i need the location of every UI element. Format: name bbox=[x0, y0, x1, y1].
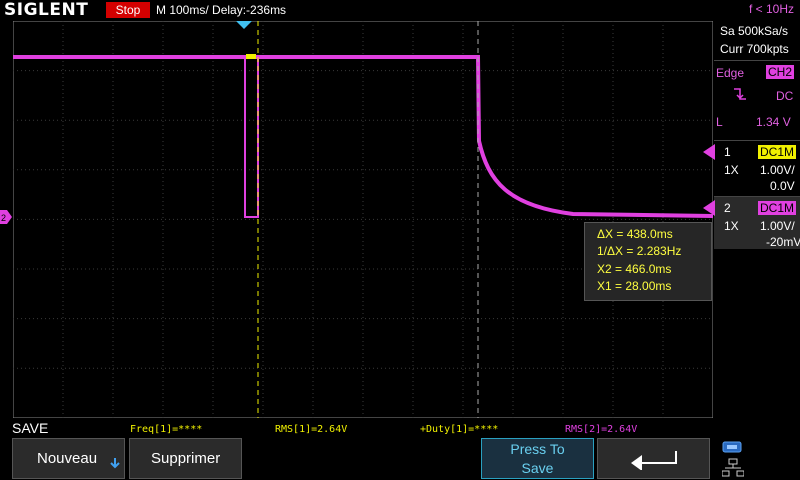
channel-2-offset: -20mV bbox=[766, 235, 800, 249]
press-to-save-line2: Save bbox=[521, 460, 554, 476]
nouveau-button[interactable]: Nouveau bbox=[12, 438, 125, 479]
trigger-coupling: DC bbox=[776, 89, 794, 103]
measurement-freq-1: Freq[1]=**** bbox=[130, 424, 203, 435]
cursor-x1-marker bbox=[246, 54, 256, 59]
memory-depth: Curr 700kpts bbox=[720, 42, 789, 56]
sample-rate: Sa 500kSa/s bbox=[720, 24, 789, 38]
channel-2-scale: 1.00V/ bbox=[760, 219, 795, 233]
supprimer-button[interactable]: Supprimer bbox=[129, 438, 242, 479]
waveform-display[interactable] bbox=[13, 21, 713, 418]
channel-1-offset: 0.0V bbox=[770, 179, 795, 193]
channel-2-coupling: DC1M bbox=[758, 201, 797, 215]
measurement-rms-1: RMS[1]=2.64V bbox=[275, 424, 348, 435]
cursor-x1-value: X1 = 28.00ms bbox=[597, 279, 672, 293]
back-button[interactable] bbox=[597, 438, 710, 479]
channel-1-number: 1 bbox=[724, 145, 731, 159]
network-icon bbox=[722, 458, 744, 477]
trigger-edge-icon bbox=[734, 88, 746, 100]
ch2-offset-marker[interactable]: 2 bbox=[0, 210, 12, 224]
svg-text:2: 2 bbox=[1, 213, 6, 223]
channel-2-panel[interactable]: 2 DC1M 1X 1.00V/ -20mV bbox=[714, 196, 800, 249]
usb-icon bbox=[722, 441, 742, 453]
trigger-source: CH2 bbox=[766, 65, 795, 79]
timebase-readout[interactable]: M 100ms/ Delay:-236ms bbox=[156, 3, 286, 17]
channel-2-number: 2 bbox=[724, 201, 731, 215]
measurement-duty-1: +Duty[1]=**** bbox=[420, 424, 499, 435]
delay-value: Delay:-236ms bbox=[212, 3, 287, 17]
press-to-save-button[interactable]: Press To Save bbox=[481, 438, 594, 479]
trigger-type: Edge bbox=[716, 66, 745, 80]
channel-1-panel[interactable]: 1 DC1M 1X 1.00V/ 0.0V bbox=[714, 140, 800, 193]
channel-2-probe: 1X bbox=[724, 219, 739, 233]
run-state-badge[interactable]: Stop bbox=[106, 2, 150, 18]
channel-1-probe: 1X bbox=[724, 163, 739, 177]
channel-2-panel-marker bbox=[703, 200, 715, 216]
cursor-readout: ΔX = 438.0ms 1/ΔX = 2.283Hz X2 = 466.0ms… bbox=[584, 222, 712, 301]
trigger-frequency: f < 10Hz bbox=[748, 2, 794, 16]
cursor-delta-x: ΔX = 438.0ms bbox=[597, 227, 673, 241]
trigger-level: 1.34 V bbox=[756, 115, 791, 129]
nouveau-label: Nouveau bbox=[37, 450, 98, 467]
down-arrow-icon bbox=[110, 458, 120, 469]
channel-1-panel-marker bbox=[703, 144, 715, 160]
timebase-value: M 100ms/ bbox=[156, 3, 209, 17]
right-info-panel: Sa 500kSa/s Curr 700kpts Edge CH2 DC L 1… bbox=[714, 20, 800, 438]
channel-1-scale: 1.00V/ bbox=[760, 163, 795, 177]
trigger-level-prefix: L bbox=[716, 115, 723, 129]
channel-1-coupling: DC1M bbox=[758, 145, 797, 159]
status-bar: SIGLENT Stop M 100ms/ Delay:-236ms f < 1… bbox=[0, 0, 800, 20]
back-arrow-icon bbox=[631, 451, 677, 470]
cursor-x2-value: X2 = 466.0ms bbox=[597, 262, 672, 276]
cursor-inverse-delta-x: 1/ΔX = 2.283Hz bbox=[597, 244, 682, 258]
press-to-save-line1: Press To bbox=[510, 441, 565, 457]
supprimer-label: Supprimer bbox=[151, 450, 221, 467]
brand-logo: SIGLENT bbox=[4, 0, 89, 20]
menu-title: SAVE bbox=[12, 420, 49, 436]
measurement-rms-2: RMS[2]=2.64V bbox=[565, 424, 638, 435]
